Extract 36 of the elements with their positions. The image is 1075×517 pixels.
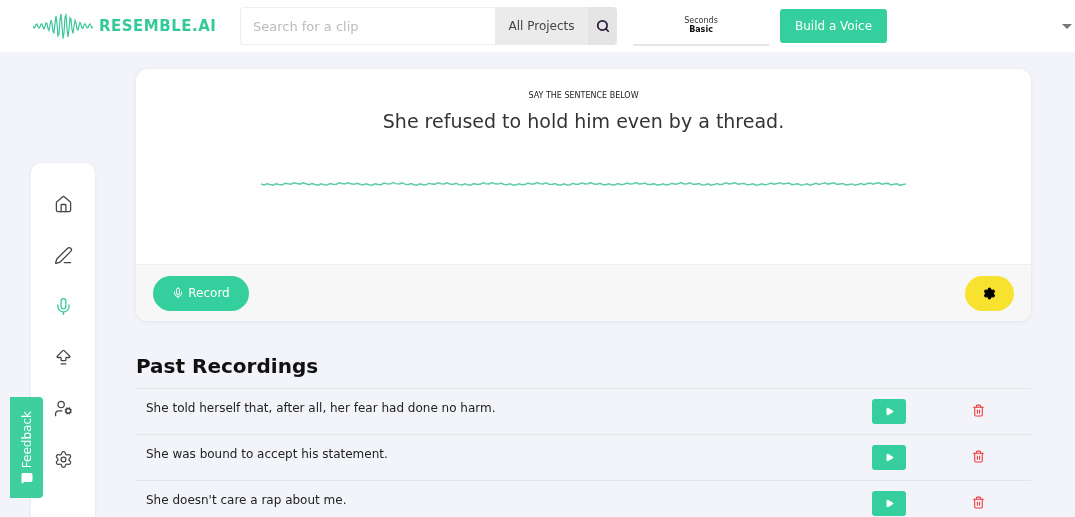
upload-icon[interactable]: [53, 348, 73, 367]
recording-text: She doesn't care a rap about me.: [146, 492, 348, 507]
logo-wave-icon: [33, 12, 93, 40]
plan-value: Basic: [689, 25, 713, 34]
play-icon: [884, 499, 894, 508]
settings-button[interactable]: [965, 275, 1014, 311]
section-title: Past Recordings: [136, 354, 320, 378]
prompt-caption: SAY THE SENTENCE BELOW: [528, 91, 639, 100]
recording-text: She told herself that, after all, her fear had done no harm.: [146, 400, 497, 415]
delete-button[interactable]: [972, 404, 985, 417]
trash-icon: [972, 450, 985, 463]
trash-icon: [972, 496, 985, 509]
speech-bubble-icon: [20, 472, 33, 485]
logo-text: RESEMBLE.AI: [99, 17, 217, 35]
prompt-sentence: She refused to hold him even by a thread.: [382, 110, 785, 132]
microphone-icon: [172, 287, 185, 299]
delete-button[interactable]: [972, 450, 985, 463]
project-filter[interactable]: All Projects: [495, 7, 588, 45]
settings-icon: [983, 286, 996, 300]
play-icon: [884, 453, 894, 462]
settings-icon[interactable]: [53, 450, 73, 469]
search-icon: [595, 19, 610, 33]
delete-button[interactable]: [972, 496, 985, 509]
dropdown-caret-icon[interactable]: [1062, 23, 1072, 29]
search-button[interactable]: [588, 7, 617, 45]
feedback-tab[interactable]: Feedback: [10, 397, 43, 498]
home-icon[interactable]: [53, 195, 73, 214]
play-icon: [884, 407, 894, 416]
plan-label: Seconds: [684, 16, 718, 25]
users-icon[interactable]: [53, 399, 73, 418]
recording-text: She was bound to accept his statement.: [146, 446, 389, 461]
pen-icon[interactable]: [53, 246, 73, 265]
trash-icon: [972, 404, 985, 417]
build-voice-button[interactable]: Build a Voice: [780, 9, 887, 43]
record-button[interactable]: Record: [153, 275, 249, 311]
search-field[interactable]: Search for a clip: [240, 7, 495, 45]
